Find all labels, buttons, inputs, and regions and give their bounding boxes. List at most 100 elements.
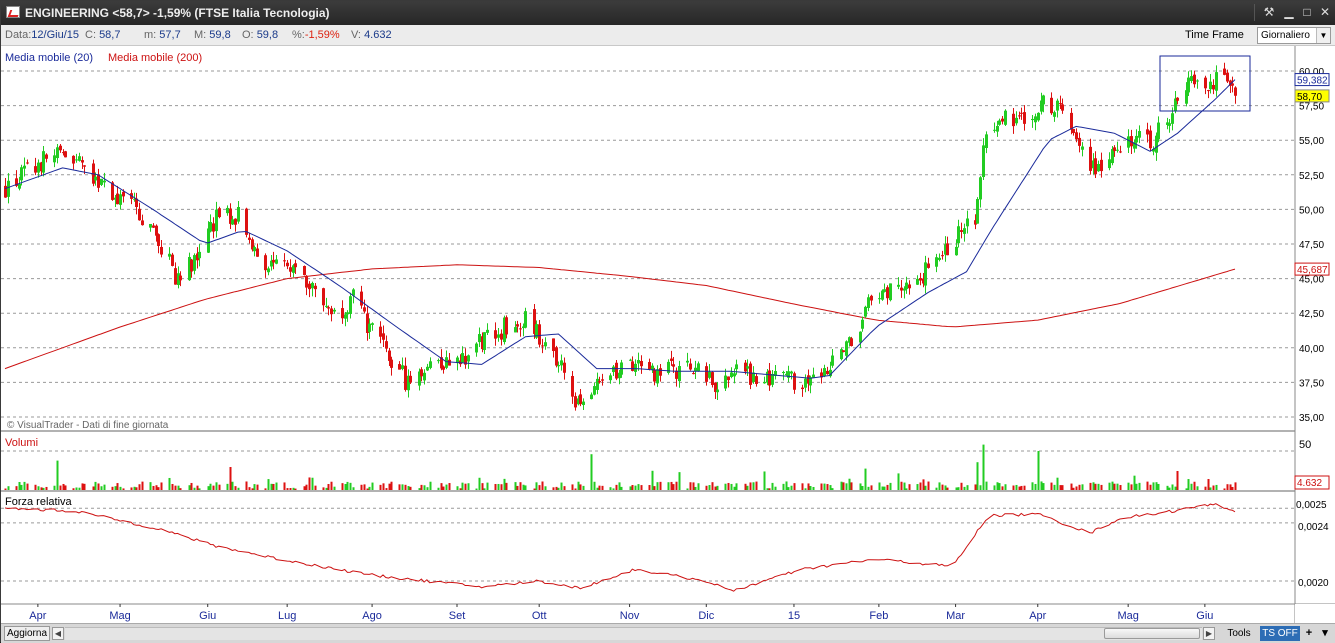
volume-bar (404, 484, 407, 490)
candle-body (1149, 130, 1152, 149)
candle-body (141, 220, 144, 226)
quote-info-bar: Data:12/Giu/15 C: 58,7 m: 57,7 M: 59,8 O… (1, 25, 1335, 46)
volume-bar (505, 482, 508, 490)
candle-body (426, 366, 429, 371)
price-y-tick: 40,00 (1299, 344, 1324, 355)
candle-body (867, 297, 870, 308)
minimize-icon[interactable]: ▁ (1281, 5, 1297, 20)
volume-bar (448, 483, 451, 490)
volume-bar (407, 486, 410, 490)
candle-body (423, 372, 426, 381)
volume-bar (716, 485, 719, 490)
volume-bar (935, 487, 938, 490)
candle-body (746, 366, 749, 369)
candle-body (555, 347, 558, 366)
volume-bar (275, 482, 278, 490)
candle-body (174, 268, 177, 285)
volume-bar (590, 454, 593, 490)
wrench-icon[interactable]: ⚒ (1261, 5, 1277, 20)
candle-body (790, 371, 793, 374)
volume-bar (1037, 451, 1040, 490)
candle-body (850, 338, 853, 347)
volume-bar (596, 487, 599, 490)
volume-bar (946, 487, 949, 490)
volume-bar (924, 485, 927, 490)
scroll-right-icon[interactable]: ▶ (1203, 627, 1215, 640)
volume-bar (733, 486, 736, 490)
menu-dropdown-icon[interactable]: ▾ (1318, 626, 1332, 641)
volume-bar (333, 486, 336, 490)
ts-off-button[interactable]: TS OFF (1260, 626, 1300, 641)
candle-body (571, 376, 574, 397)
candle-body (1193, 74, 1196, 85)
volume-bar (168, 477, 171, 490)
candle-body (768, 370, 771, 386)
price-y-tick: 47,50 (1299, 240, 1324, 251)
x-axis-label: Ott (532, 610, 547, 622)
volume-bar (1116, 483, 1119, 490)
volume-bar (429, 481, 432, 490)
close-field: C: 58,7 (85, 29, 121, 41)
volume-bar (1072, 487, 1075, 490)
candle-body (672, 364, 675, 367)
timeframe-select[interactable]: Giornaliero ▼ (1257, 27, 1331, 44)
ma200-price-tag: 45,687 (1297, 265, 1328, 276)
volume-bar (787, 487, 790, 490)
volume-bar (793, 483, 796, 490)
scroll-left-icon[interactable]: ◀ (52, 627, 64, 640)
volume-bar (135, 487, 138, 490)
candle-body (524, 311, 527, 328)
volume-bar (1034, 483, 1037, 490)
candle-body (231, 219, 234, 225)
volume-bar (322, 487, 325, 490)
tools-button[interactable]: Tools (1221, 626, 1257, 641)
volume-last-tag: 4.632 (1297, 478, 1322, 489)
candle-body (1212, 84, 1215, 90)
candle-body (122, 191, 125, 197)
candle-body (75, 159, 78, 161)
candle-body (908, 284, 911, 289)
volume-bar (985, 481, 988, 490)
horizontal-scrollbar[interactable] (65, 627, 1202, 640)
candle-body (42, 151, 45, 173)
candle-body (916, 278, 919, 285)
volume-bar (812, 486, 815, 490)
volume-bar (571, 484, 574, 490)
volume-bar (64, 485, 67, 490)
candle-body (1094, 158, 1097, 175)
volume-bar (631, 485, 634, 490)
ma20-layer (4, 79, 1236, 379)
chevron-down-icon[interactable]: ▼ (1316, 28, 1330, 43)
candle-body (1015, 117, 1018, 124)
refresh-button[interactable]: Aggiorna (4, 626, 50, 641)
candle-body (72, 155, 75, 164)
candle-body (100, 178, 103, 185)
close-icon[interactable]: ✕ (1317, 5, 1333, 20)
restore-icon[interactable]: □ (1299, 5, 1315, 20)
volume-bar (497, 483, 500, 490)
x-axis-label: Ago (362, 610, 382, 622)
add-panel-button[interactable]: + (1302, 626, 1316, 641)
volume-bar (694, 486, 697, 490)
volume-bar (177, 485, 180, 490)
candle-body (957, 226, 960, 244)
volume-bar (1226, 484, 1229, 490)
volume-bar (349, 482, 352, 490)
chart-area[interactable]: Media mobile (20) Media mobile (200) © V… (1, 46, 1335, 623)
candle-body (574, 396, 577, 408)
candle-body (579, 394, 582, 405)
scrollbar-thumb[interactable] (1104, 628, 1200, 639)
volume-bar (979, 485, 982, 490)
volume-bar (1020, 485, 1023, 490)
candle-body (842, 350, 845, 352)
volume-bar (1081, 484, 1084, 490)
candle-body (385, 341, 388, 349)
volume-bar (563, 486, 566, 490)
volume-bar (1111, 481, 1114, 490)
chart-canvas[interactable]: Media mobile (20) Media mobile (200) © V… (1, 46, 1335, 623)
candle-body (938, 257, 941, 260)
x-axis-label: Apr (1029, 610, 1046, 622)
app-chart-icon (6, 6, 20, 18)
volume-bar (522, 484, 525, 490)
volume-bar (56, 460, 59, 490)
